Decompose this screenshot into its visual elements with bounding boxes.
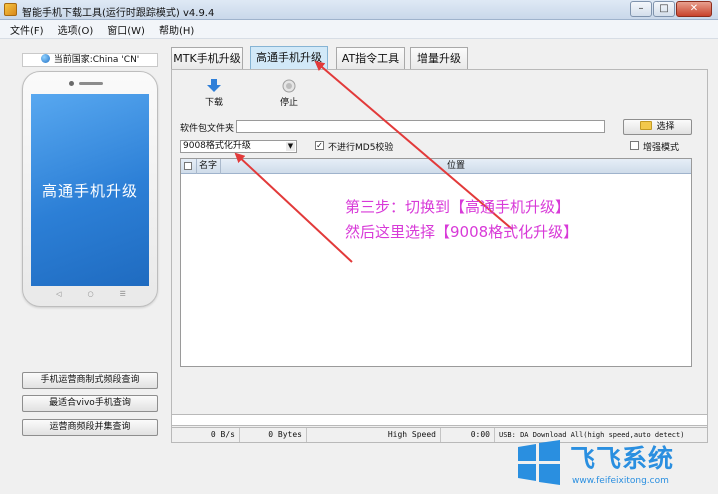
no-md5-label: 不进行MD5校验	[328, 143, 394, 153]
close-button[interactable]: ✕	[676, 1, 712, 17]
phone-screen-text: 高通手机升级	[41, 181, 138, 200]
no-md5-checkbox[interactable]: ✓	[315, 141, 324, 150]
window-title: 智能手机下载工具(运行时跟踪模式) v4.9.4	[22, 8, 215, 19]
camera-icon	[69, 81, 74, 86]
current-country: 当前国家:China 'CN'	[22, 53, 158, 67]
enhanced-mode-checkbox[interactable]	[630, 141, 639, 150]
chevron-down-icon: ▼	[286, 142, 295, 151]
menu-window[interactable]: 窗口(W)	[107, 22, 145, 37]
package-folder-label: 软件包文件夹	[180, 124, 235, 134]
menu-file[interactable]: 文件(F)	[10, 22, 44, 37]
download-label: 下载	[204, 98, 223, 108]
watermark-url: www.feifeixitong.com	[572, 476, 669, 486]
maximize-button[interactable]: □	[653, 1, 675, 17]
menu-options[interactable]: 选项(O)	[58, 22, 94, 37]
select-folder-button[interactable]: 选择	[623, 119, 692, 135]
stop-icon	[282, 79, 296, 93]
instruction-line-2: 然后这里选择【9008格式化升级】	[345, 223, 579, 241]
home-key-icon: ○	[87, 290, 94, 298]
phone-illustration: 高通手机升级 ◁ ○ ☰	[22, 71, 158, 307]
folder-icon	[640, 121, 653, 130]
enhanced-mode-label: 增强模式	[643, 143, 680, 153]
instruction-annotation: 第三步：切换到【高通手机升级】 然后这里选择【9008格式化升级】	[345, 195, 578, 245]
phone-nav-keys: ◁ ○ ☰	[23, 290, 159, 298]
tab-mtk-upgrade[interactable]: MTK手机升级	[171, 47, 243, 69]
download-button[interactable]: 下载	[196, 79, 232, 108]
progress-bar	[171, 414, 708, 426]
menu-key-icon: ☰	[119, 290, 126, 298]
tab-qualcomm-upgrade[interactable]: 高通手机升级	[250, 46, 328, 69]
menu-bar: 文件(F) 选项(O) 窗口(W) 帮助(H)	[0, 20, 718, 39]
select-all-checkbox[interactable]	[184, 162, 192, 170]
app-icon	[4, 3, 17, 16]
minimize-button[interactable]: –	[630, 1, 652, 17]
phone-screen: 高通手机升级	[31, 94, 149, 286]
tab-incremental-upgrade[interactable]: 增量升级	[410, 47, 468, 69]
back-key-icon: ◁	[56, 290, 62, 298]
title-bar: 智能手机下载工具(运行时跟踪模式) v4.9.4 – □ ✕	[0, 0, 718, 20]
package-folder-input[interactable]	[236, 120, 605, 133]
globe-icon	[40, 54, 50, 63]
carrier-band-query-button[interactable]: 手机运营商制式频段查询	[22, 372, 158, 389]
status-bytes: 0 Bytes	[240, 428, 307, 442]
file-list-table: 名字 位置	[180, 158, 692, 367]
client-area: 当前国家:China 'CN' 高通手机升级 ◁ ○ ☰ 手机运营商制式频段查询…	[0, 39, 718, 494]
watermark-brand: 飞飞系统	[570, 444, 675, 473]
stop-label: 停止	[279, 98, 298, 108]
stop-button[interactable]: 停止	[271, 79, 307, 108]
select-all-cell	[181, 159, 197, 174]
carrier-band-union-button[interactable]: 运营商频段并集查询	[22, 419, 158, 436]
column-header-name[interactable]: 名字	[197, 159, 221, 174]
download-arrow-icon	[207, 79, 221, 92]
column-header-location[interactable]: 位置	[221, 159, 691, 174]
status-speed: 0 B/s	[172, 428, 240, 442]
current-country-label: 当前国家:China 'CN'	[53, 55, 140, 65]
upgrade-mode-value: 9008格式化升级	[183, 141, 251, 151]
menu-help[interactable]: 帮助(H)	[159, 22, 194, 37]
upgrade-mode-select[interactable]: 9008格式化升级 ▼	[180, 140, 297, 153]
status-mode: High Speed	[307, 428, 441, 442]
speaker-icon	[79, 82, 103, 85]
vivo-phone-query-button[interactable]: 最适合vivo手机查询	[22, 395, 158, 412]
window-controls: – □ ✕	[630, 1, 712, 17]
table-header: 名字 位置	[181, 159, 691, 174]
tab-at-command-tool[interactable]: AT指令工具	[336, 47, 405, 69]
status-time: 0:00	[441, 428, 495, 442]
instruction-line-1: 第三步：切换到【高通手机升级】	[345, 198, 571, 216]
watermark: 飞飞系统 www.feifeixitong.com	[516, 437, 718, 494]
select-folder-label: 选择	[656, 122, 675, 132]
windows-logo-icon	[518, 440, 560, 485]
